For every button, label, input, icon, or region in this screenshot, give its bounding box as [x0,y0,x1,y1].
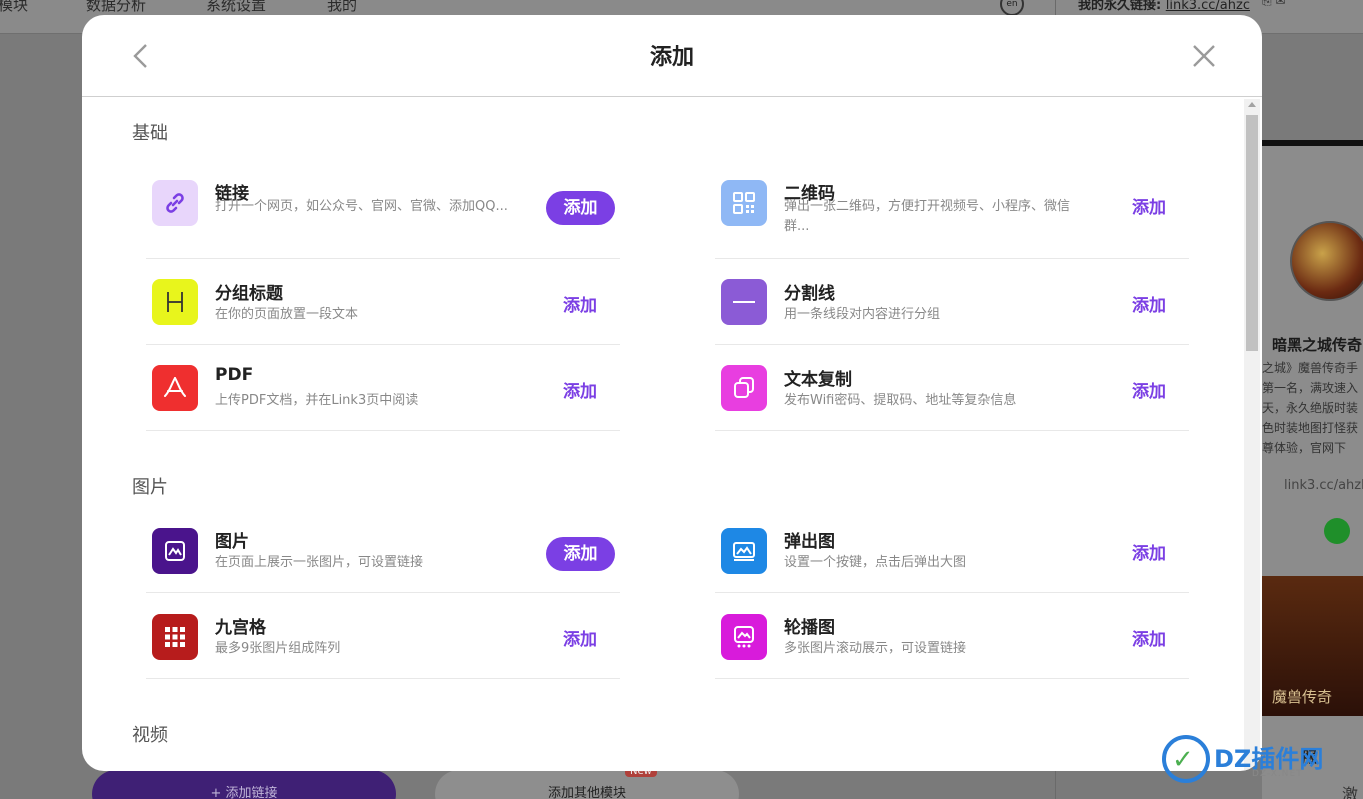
nav-item-mine[interactable]: 我的 [327,0,357,15]
list-item-link: 链接 打开一个网页，如公众号、官网、官微、添加QQ... 添加 [146,159,620,259]
list-item-divider: 分割线 用一条线段对内容进行分组 添加 [715,259,1189,345]
item-description: 打开一个网页，如公众号、官网、官微、添加QQ... [215,199,508,214]
add-pdf-button[interactable]: 添加 [546,375,614,409]
add-link-button[interactable]: + 添加链接 [92,770,396,799]
watermark-logo: ✓ DZ插件网 DZ-X.NET [1162,735,1362,785]
section-title-basic: 基础 [132,123,168,144]
image-icon [152,528,198,574]
language-toggle-icon[interactable]: en [1000,0,1024,16]
add-carousel-button[interactable]: 添加 [1115,623,1183,657]
phone-preview: 暗黑之城传奇 之城》魔兽传奇手 第一名，满攻速入 天，永久绝版时装 色时装地图打… [1262,140,1363,799]
modal-body: 基础 链接 打开一个网页，如公众号、官网、官微、添加QQ... 添加 二维码 弹… [82,97,1262,771]
list-item-nine-grid: 九宫格 最多9张图片组成阵列 添加 [146,593,620,679]
nav-item-module[interactable]: 模块 [0,0,28,15]
heading-icon [152,279,198,325]
add-popup-image-button[interactable]: 添加 [1115,537,1183,571]
add-nine-grid-button[interactable]: 添加 [546,623,614,657]
qrcode-icon [721,180,767,226]
permanent-link-label: 我的永久链接: [1078,0,1162,13]
item-name: 轮播图 [784,618,835,638]
pdf-icon [152,365,198,411]
copy-icon [721,365,767,411]
divider-icon [721,279,767,325]
add-module-modal: 添加 基础 链接 打开一个网页，如公众号、官网、官微、添加QQ... 添加 二维… [82,15,1262,771]
wechat-icon [1324,518,1350,544]
item-description: 用一条线段对内容进行分组 [784,307,941,322]
preview-banner: 魔兽传奇 [1262,576,1363,716]
item-description: 多张图片滚动展示，可设置链接 [784,641,967,656]
section-title-video: 视频 [132,725,168,746]
list-item-pdf: PDF 上传PDF文档，并在Link3页中阅读 添加 [146,345,620,431]
close-button[interactable] [1188,39,1218,73]
section-title-image: 图片 [132,477,168,498]
nav-item-analytics[interactable]: 数据分析 [86,0,146,15]
permanent-link: 我的永久链接: link3.cc/ahzc [1078,0,1250,13]
close-icon [1193,45,1215,67]
link-icon [152,180,198,226]
preview-avatar [1290,221,1363,301]
carousel-icon [721,614,767,660]
scroll-up-arrow-icon[interactable] [1248,102,1256,107]
list-item-popup-image: 弹出图 设置一个按键，点击后弹出大图 添加 [715,507,1189,593]
add-divider-button[interactable]: 添加 [1115,289,1183,323]
preview-link: link3.cc/ahzh [1284,478,1363,493]
add-text-copy-button[interactable]: 添加 [1115,375,1183,409]
add-qrcode-button[interactable]: 添加 [1115,191,1183,225]
item-name: 分组标题 [215,284,283,304]
modal-title: 添加 [649,45,694,70]
permanent-link-value[interactable]: link3.cc/ahzc [1166,0,1250,13]
add-group-title-button[interactable]: 添加 [546,289,614,323]
add-image-button[interactable]: 添加 [546,537,615,571]
preview-name: 暗黑之城传奇 [1272,336,1363,354]
item-name: PDF [215,365,254,385]
item-name: 分割线 [784,284,835,304]
list-item-qrcode: 二维码 弹出一张二维码，方便打开视频号、小程序、微信群... 添加 [715,159,1189,259]
watermark-subtext: DZ-X.NET [1252,769,1303,779]
item-name: 文本复制 [784,370,852,390]
item-description: 在你的页面放置一段文本 [215,307,359,322]
nav-item-settings[interactable]: 系统设置 [206,0,266,15]
item-description: 最多9张图片组成阵列 [215,641,341,656]
add-link-item-button[interactable]: 添加 [546,191,615,225]
item-description: 弹出一张二维码，方便打开视频号、小程序、微信群... [784,199,1071,234]
list-item-carousel: 轮播图 多张图片滚动展示，可设置链接 添加 [715,593,1189,679]
popup-image-icon [721,528,767,574]
modal-header: 添加 [82,15,1262,97]
item-description: 上传PDF文档，并在Link3页中阅读 [215,393,419,408]
list-item-group-title: 分组标题 在你的页面放置一段文本 添加 [146,259,620,345]
list-item-text-copy: 文本复制 发布Wifi密码、提取码、地址等复杂信息 添加 [715,345,1189,431]
scrollbar[interactable] [1244,99,1260,771]
list-item-image: 图片 在页面上展示一张图片，可设置链接 添加 [146,507,620,593]
add-module-button[interactable]: 添加其他模块 [435,770,739,799]
scrollbar-thumb[interactable] [1246,115,1258,351]
item-description: 在页面上展示一张图片，可设置链接 [215,555,424,570]
preview-description: 之城》魔兽传奇手 第一名，满攻速入 天，永久绝版时装 色时装地图打怪获 尊体验，… [1262,361,1359,455]
item-name: 弹出图 [784,532,835,552]
item-name: 九宫格 [215,618,266,638]
copy-link-icon[interactable]: ⎘ ✉ [1262,0,1285,9]
item-description: 设置一个按键，点击后弹出大图 [784,555,967,570]
watermark-check-icon: ✓ [1172,745,1194,775]
item-description: 发布Wifi密码、提取码、地址等复杂信息 [784,393,1017,408]
grid-icon [152,614,198,660]
item-name: 图片 [215,532,249,552]
